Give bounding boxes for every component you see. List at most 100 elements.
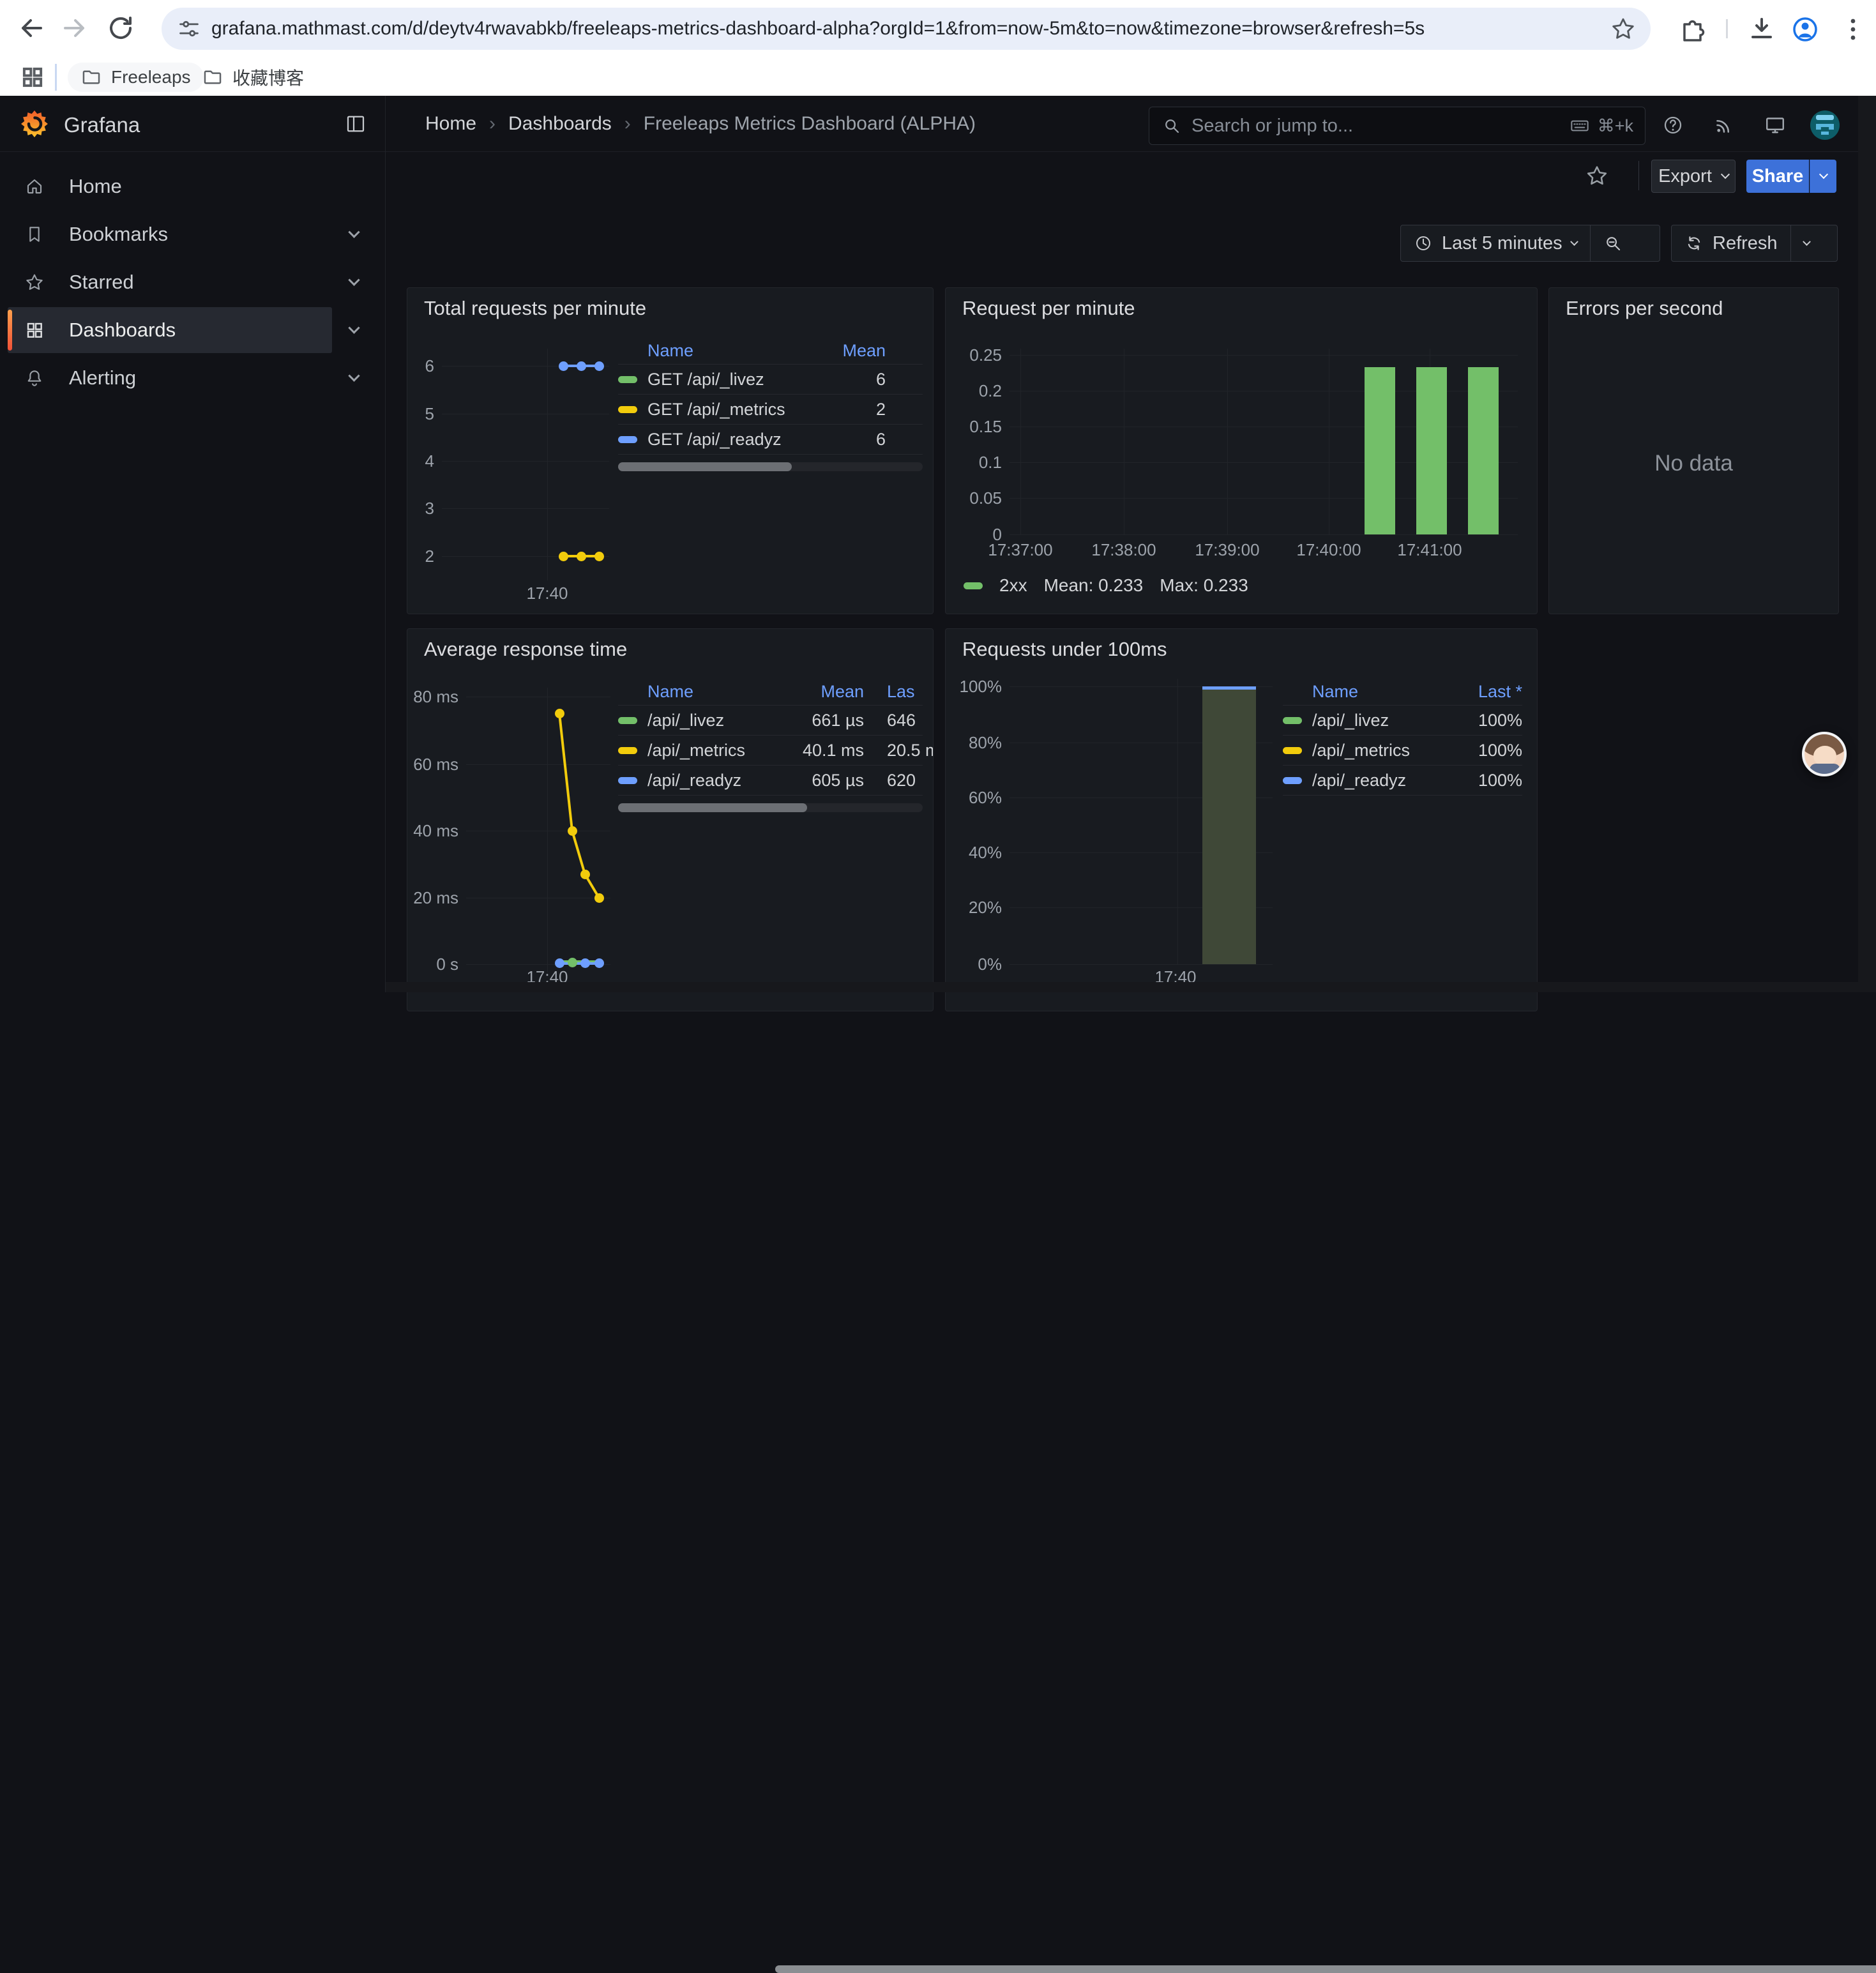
actions-divider xyxy=(1638,161,1639,190)
address-bar[interactable]: grafana.mathmast.com/d/deytv4rwavabkb/fr… xyxy=(162,8,1651,50)
panel-title[interactable]: Average response time xyxy=(424,638,627,661)
legend-scrollbar[interactable] xyxy=(618,462,923,471)
legend-series-name[interactable]: /api/_metrics xyxy=(1312,741,1452,760)
series-color-pill xyxy=(618,406,637,413)
news-rss-icon[interactable] xyxy=(1713,114,1736,137)
share-button[interactable]: Share xyxy=(1746,160,1809,193)
downloads-icon[interactable] xyxy=(1746,14,1777,45)
dashboards-grid-icon xyxy=(24,320,45,340)
legend-series-name[interactable]: GET /api/_livez xyxy=(647,370,828,389)
panel-average-response-time: Average response time 80 ms60 ms40 ms20 … xyxy=(407,628,934,1011)
breadcrumb-home[interactable]: Home xyxy=(425,113,476,135)
legend-col-last[interactable]: Las xyxy=(864,682,923,702)
export-button[interactable]: Export xyxy=(1651,160,1736,193)
browser-menu-icon[interactable] xyxy=(1838,14,1868,45)
chevron-down-icon[interactable] xyxy=(350,326,358,337)
browser-reload-icon[interactable] xyxy=(105,13,136,43)
extensions-icon[interactable] xyxy=(1676,14,1707,45)
sidebar-item-alerting[interactable]: Alerting xyxy=(8,355,332,401)
site-settings-icon[interactable] xyxy=(177,17,201,41)
bookmark-folder-freeleaps[interactable]: Freeleaps xyxy=(68,63,204,92)
chevron-down-icon[interactable] xyxy=(350,230,358,241)
browser-chrome: grafana.mathmast.com/d/deytv4rwavabkb/fr… xyxy=(0,0,1876,96)
refresh-interval-button[interactable] xyxy=(1790,225,1822,261)
profile-icon[interactable] xyxy=(1790,14,1820,45)
share-label: Share xyxy=(1752,166,1804,187)
legend-max: Max: 0.233 xyxy=(1160,575,1248,596)
active-indicator xyxy=(8,310,12,351)
panel-errors-per-second: Errors per second No data xyxy=(1548,287,1839,614)
panel-title[interactable]: Requests under 100ms xyxy=(962,638,1167,661)
no-data-message: No data xyxy=(1549,288,1838,614)
horizontal-scrollbar[interactable] xyxy=(386,982,1858,992)
bar-chart: 0.250.20.150.10.05017:37:0017:38:0017:39… xyxy=(946,288,1537,614)
sidebar-item-home[interactable]: Home xyxy=(8,163,332,209)
legend-col-name[interactable]: Name xyxy=(647,682,789,702)
legend-col-name[interactable]: Name xyxy=(647,341,828,361)
floating-avatar-widget[interactable] xyxy=(1802,732,1847,776)
legend-series-name[interactable]: 2xx xyxy=(999,575,1027,596)
bookmark-folder-blogs[interactable]: 收藏博客 xyxy=(189,63,317,92)
apps-grid-icon[interactable] xyxy=(19,64,46,91)
url-text[interactable]: grafana.mathmast.com/d/deytv4rwavabkb/fr… xyxy=(211,18,1610,40)
chevron-down-icon[interactable] xyxy=(350,374,358,385)
legend-col-mean[interactable]: Mean xyxy=(789,682,864,702)
bell-icon xyxy=(24,368,45,388)
kiosk-monitor-icon[interactable] xyxy=(1764,114,1787,137)
legend-series-name[interactable]: /api/_livez xyxy=(1312,711,1452,730)
legend-row: /api/_metrics 40.1 ms 20.5 m xyxy=(618,736,923,766)
search-input[interactable]: Search or jump to... ⌘+k xyxy=(1149,107,1645,145)
favorite-star-icon[interactable] xyxy=(1585,163,1609,188)
sidebar-item-bookmarks[interactable]: Bookmarks xyxy=(8,211,332,257)
brand-name[interactable]: Grafana xyxy=(64,113,140,137)
mega-menu-toggle-icon[interactable] xyxy=(344,112,367,135)
sidebar-item-starred[interactable]: Starred xyxy=(8,259,332,305)
legend-series-name[interactable]: /api/_readyz xyxy=(1312,771,1452,790)
share-menu-button[interactable] xyxy=(1810,160,1836,193)
legend-col-mean[interactable]: Mean xyxy=(828,341,886,361)
keyboard-icon xyxy=(1570,116,1590,136)
legend-row: GET /api/_livez 6 xyxy=(618,365,923,395)
series-color-pill xyxy=(1283,777,1302,784)
legend-scrollbar[interactable] xyxy=(618,803,923,812)
bookmark-star-icon[interactable] xyxy=(1610,15,1637,42)
vertical-scrollbar[interactable] xyxy=(1858,96,1876,992)
browser-back-icon[interactable] xyxy=(15,13,46,43)
bookmark-icon xyxy=(24,224,45,245)
chevron-down-icon[interactable] xyxy=(350,278,358,289)
panel-title[interactable]: Request per minute xyxy=(962,297,1135,320)
legend-series-name[interactable]: /api/_livez xyxy=(647,711,789,730)
legend-series-name[interactable]: GET /api/_metrics xyxy=(647,400,828,420)
legend-header: Name Last * xyxy=(1283,679,1522,706)
breadcrumb: Home › Dashboards › Freeleaps Metrics Da… xyxy=(425,96,976,152)
browser-forward-icon[interactable] xyxy=(60,13,91,43)
help-icon[interactable] xyxy=(1661,114,1684,137)
bookmarks-divider xyxy=(55,64,57,91)
legend-header: Name Mean Las xyxy=(618,679,923,706)
sidebar-item-dashboards[interactable]: Dashboards xyxy=(8,307,332,353)
grafana-logo-icon[interactable] xyxy=(19,109,50,139)
legend-series-name[interactable]: GET /api/_readyz xyxy=(647,430,828,450)
refresh-icon xyxy=(1684,234,1704,253)
sidebar-item-label: Bookmarks xyxy=(69,223,168,246)
zoom-out-button[interactable] xyxy=(1590,225,1635,261)
legend-col-last[interactable]: Last * xyxy=(1452,682,1522,702)
legend-header: Name Mean xyxy=(618,338,923,365)
series-color-pill xyxy=(1283,747,1302,754)
panel-title[interactable]: Total requests per minute xyxy=(424,297,646,320)
bookmark-label: Freeleaps xyxy=(111,67,191,87)
refresh-group: Refresh xyxy=(1671,225,1838,262)
time-range-picker[interactable]: Last 5 minutes xyxy=(1401,225,1590,261)
series-color-pill xyxy=(1283,717,1302,724)
legend-series-name[interactable]: /api/_readyz xyxy=(647,771,789,790)
panel-title[interactable]: Errors per second xyxy=(1566,297,1723,320)
refresh-button[interactable]: Refresh xyxy=(1672,225,1790,261)
user-avatar[interactable] xyxy=(1810,110,1840,140)
panel-total-requests: Total requests per minute 6543217:40 Nam… xyxy=(407,287,934,614)
legend-row: /api/_livez 100% xyxy=(1283,706,1522,736)
legend-series-name[interactable]: /api/_metrics xyxy=(647,741,789,760)
legend-col-name[interactable]: Name xyxy=(1312,682,1452,702)
breadcrumb-dashboards[interactable]: Dashboards xyxy=(508,113,612,135)
horizontal-scrollbar-thumb[interactable] xyxy=(775,1965,1876,1973)
bookmark-label: 收藏博客 xyxy=(232,64,304,90)
